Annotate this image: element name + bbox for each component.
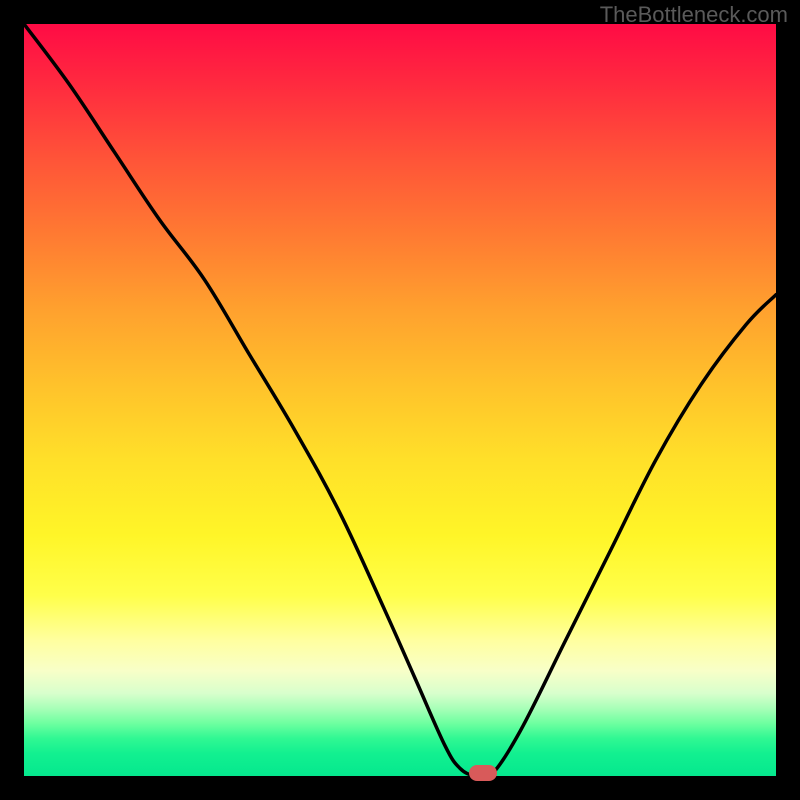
- bottleneck-chart: [24, 24, 776, 776]
- bottleneck-curve-svg: [24, 24, 776, 776]
- optimal-marker: [469, 765, 497, 781]
- watermark-text: TheBottleneck.com: [600, 2, 788, 28]
- bottleneck-curve-path: [24, 24, 776, 776]
